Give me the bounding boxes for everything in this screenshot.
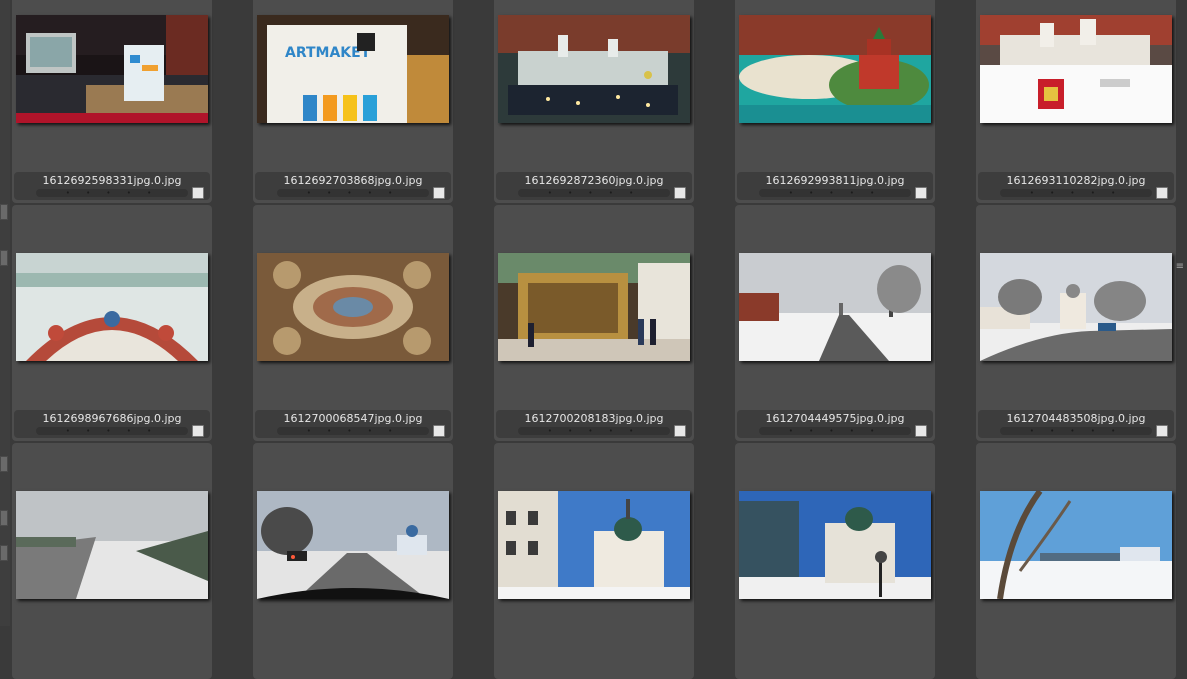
star-rating[interactable]: • • • • •: [277, 427, 429, 435]
thumbnail-image[interactable]: [498, 491, 690, 599]
select-checkbox[interactable]: [674, 187, 686, 199]
star-rating[interactable]: • • • • •: [759, 427, 911, 435]
thumbnail-cell[interactable]: [976, 443, 1176, 679]
thumbnail-cell[interactable]: 1612698967686jpg.0.jpg • • • • •: [12, 205, 212, 441]
thumbnail-cell[interactable]: 1612700068547jpg.0.jpg • • • • •: [253, 205, 453, 441]
thumbnail-filename: 1612704449575jpg.0.jpg: [765, 412, 905, 425]
panel-toggle-handle[interactable]: [0, 510, 8, 526]
thumbnail-cell[interactable]: 1612704483508jpg.0.jpg • • • • •: [976, 205, 1176, 441]
panel-toggle-handle[interactable]: [0, 545, 8, 561]
thumbnail-filename: 1612704483508jpg.0.jpg: [1006, 412, 1146, 425]
thumbnail-image[interactable]: [739, 15, 931, 123]
thumbnail-cell[interactable]: 1612692598331jpg.0.jpg • • • • •: [12, 0, 212, 203]
thumbnail-image[interactable]: [257, 491, 449, 599]
thumbnail-image[interactable]: ARTMAKET: [257, 15, 449, 123]
lighttable-grid: 1612692598331jpg.0.jpg • • • • • ARTMAKE…: [12, 0, 1176, 679]
panel-toggle-handle[interactable]: [0, 456, 8, 472]
select-checkbox[interactable]: [433, 187, 445, 199]
thumbnail-image[interactable]: [16, 15, 208, 123]
panel-toggle-handle[interactable]: [0, 204, 8, 220]
star-rating[interactable]: • • • • •: [1000, 189, 1152, 197]
select-checkbox[interactable]: [192, 425, 204, 437]
thumbnail-filename: 1612692703868jpg.0.jpg: [283, 174, 423, 187]
thumbnail-info-bar: 1612700068547jpg.0.jpg • • • • •: [255, 410, 451, 438]
thumbnail-filename: 1612692872360jpg.0.jpg: [524, 174, 664, 187]
star-rating[interactable]: • • • • •: [518, 427, 670, 435]
panel-toggle-handle[interactable]: [0, 250, 8, 266]
left-panel-edge[interactable]: [0, 0, 10, 626]
thumbnail-image[interactable]: [498, 253, 690, 361]
thumbnail-filename: 1612693110282jpg.0.jpg: [1006, 174, 1146, 187]
thumbnail-image[interactable]: [739, 491, 931, 599]
thumbnail-cell[interactable]: 1612693110282jpg.0.jpg • • • • •: [976, 0, 1176, 203]
thumbnail-cell[interactable]: [253, 443, 453, 679]
thumbnail-cell[interactable]: [735, 443, 935, 679]
thumbnail-cell[interactable]: ARTMAKET 1612692703868jpg.0.jpg • • • • …: [253, 0, 453, 203]
right-panel-edge[interactable]: ≡: [1175, 0, 1187, 626]
select-checkbox[interactable]: [1156, 187, 1168, 199]
select-checkbox[interactable]: [192, 187, 204, 199]
thumbnail-info-bar: 1612692872360jpg.0.jpg • • • • •: [496, 172, 692, 200]
thumbnail-image[interactable]: [257, 253, 449, 361]
select-checkbox[interactable]: [1156, 425, 1168, 437]
thumbnail-image[interactable]: [498, 15, 690, 123]
thumbnail-info-bar: 1612698967686jpg.0.jpg • • • • •: [14, 410, 210, 438]
thumbnail-cell[interactable]: 1612692872360jpg.0.jpg • • • • •: [494, 0, 694, 203]
thumbnail-filename: 1612700208183jpg.0.jpg: [524, 412, 664, 425]
thumbnail-image[interactable]: [980, 15, 1172, 123]
thumbnail-filename: 1612698967686jpg.0.jpg: [42, 412, 182, 425]
thumbnail-cell[interactable]: 1612700208183jpg.0.jpg • • • • •: [494, 205, 694, 441]
thumbnail-filename: 1612692993811jpg.0.jpg: [765, 174, 905, 187]
select-checkbox[interactable]: [433, 425, 445, 437]
thumbnail-info-bar: 1612692993811jpg.0.jpg • • • • •: [737, 172, 933, 200]
thumbnail-info-bar: 1612692703868jpg.0.jpg • • • • •: [255, 172, 451, 200]
star-rating[interactable]: • • • • •: [1000, 427, 1152, 435]
thumbnail-filename: 1612700068547jpg.0.jpg: [283, 412, 423, 425]
resize-grip-icon[interactable]: ≡: [1176, 262, 1184, 272]
thumbnail-image[interactable]: [16, 491, 208, 599]
star-rating[interactable]: • • • • •: [277, 189, 429, 197]
thumbnail-info-bar: 1612693110282jpg.0.jpg • • • • •: [978, 172, 1174, 200]
select-checkbox[interactable]: [915, 425, 927, 437]
thumbnail-image[interactable]: [980, 491, 1172, 599]
star-rating[interactable]: • • • • •: [36, 427, 188, 435]
thumbnail-info-bar: 1612700208183jpg.0.jpg • • • • •: [496, 410, 692, 438]
thumbnail-info-bar: 1612692598331jpg.0.jpg • • • • •: [14, 172, 210, 200]
thumbnail-image[interactable]: [739, 253, 931, 361]
thumbnail-cell[interactable]: 1612704449575jpg.0.jpg • • • • •: [735, 205, 935, 441]
star-rating[interactable]: • • • • •: [36, 189, 188, 197]
thumbnail-image[interactable]: [980, 253, 1172, 361]
select-checkbox[interactable]: [674, 425, 686, 437]
thumbnail-image[interactable]: [16, 253, 208, 361]
thumbnail-cell[interactable]: [12, 443, 212, 679]
thumbnail-info-bar: 1612704483508jpg.0.jpg • • • • •: [978, 410, 1174, 438]
select-checkbox[interactable]: [915, 187, 927, 199]
thumbnail-info-bar: 1612704449575jpg.0.jpg • • • • •: [737, 410, 933, 438]
thumbnail-cell[interactable]: [494, 443, 694, 679]
star-rating[interactable]: • • • • •: [518, 189, 670, 197]
star-rating[interactable]: • • • • •: [759, 189, 911, 197]
thumbnail-cell[interactable]: 1612692993811jpg.0.jpg • • • • •: [735, 0, 935, 203]
thumbnail-filename: 1612692598331jpg.0.jpg: [42, 174, 182, 187]
